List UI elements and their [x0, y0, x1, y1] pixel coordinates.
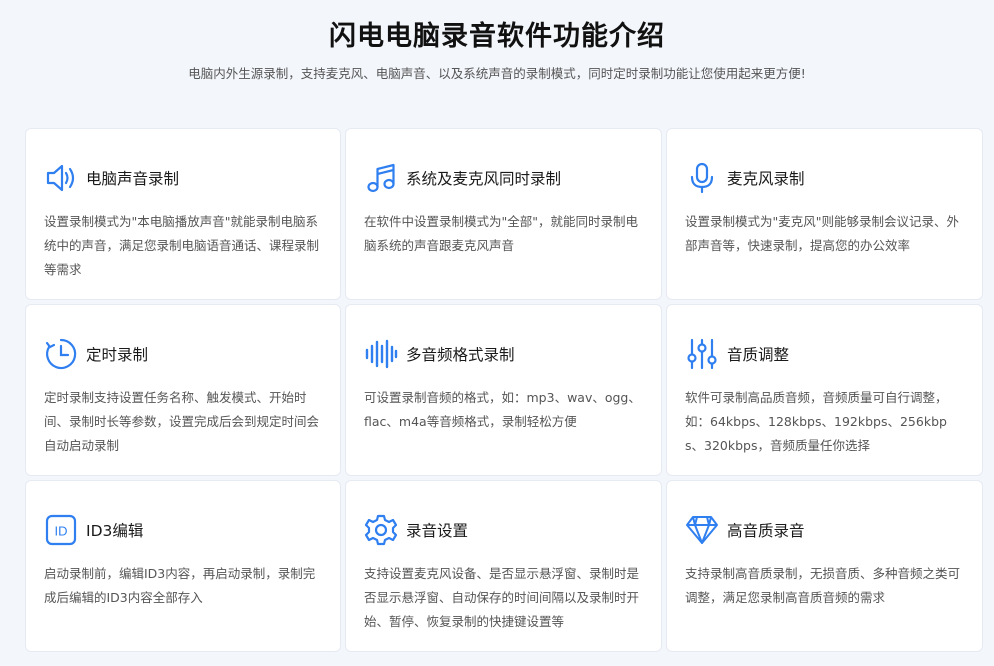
feature-card-multi-format: 多音频格式录制 可设置录制音频的格式，如：mp3、wav、ogg、flac、m4…	[345, 304, 662, 476]
feature-card-high-quality: 高音质录音 支持录制高音质录制，无损音质、多种音频之类可调整，满足您录制高音质音…	[666, 480, 983, 652]
diamond-icon	[685, 512, 719, 548]
id3-icon: ID	[44, 512, 78, 548]
equalizer-icon	[685, 336, 719, 372]
feature-card-id3: ID ID3编辑 启动录制前，编辑ID3内容，再启动录制，录制完成后编辑的ID3…	[25, 480, 341, 652]
feature-title: 系统及麦克风同时录制	[406, 170, 562, 188]
timer-icon	[44, 336, 78, 372]
gear-icon	[364, 512, 398, 548]
feature-desc: 可设置录制音频的格式，如：mp3、wav、ogg、flac、m4a等音频格式，录…	[364, 390, 641, 429]
feature-card-scheduled: 定时录制 定时录制支持设置任务名称、触发模式、开始时间、录制时长等参数，设置完成…	[25, 304, 341, 476]
feature-title: 音质调整	[727, 346, 790, 364]
feature-desc: 支持录制高音质录制，无损音质、多种音频之类可调整，满足您录制高音质音频的需求	[685, 566, 961, 605]
music-note-icon	[364, 160, 398, 196]
feature-card-system-and-mic: 系统及麦克风同时录制 在软件中设置录制模式为"全部"，就能同时录制电脑系统的声音…	[345, 128, 662, 300]
feature-page: 闪电电脑录音软件功能介绍 电脑内外生源录制，支持麦克风、电脑声音、以及系统声音的…	[0, 0, 994, 666]
feature-card-computer-audio: 电脑声音录制 设置录制模式为"本电脑播放声音"就能录制电脑系统中的声音，满足您录…	[25, 128, 341, 300]
feature-title: ID3编辑	[86, 522, 144, 540]
feature-desc: 定时录制支持设置任务名称、触发模式、开始时间、录制时长等参数，设置完成后会到规定…	[44, 390, 320, 453]
feature-card-settings: 录音设置 支持设置麦克风设备、是否显示悬浮窗、录制时是否显示悬浮窗、自动保存的时…	[345, 480, 662, 652]
feature-title: 电脑声音录制	[86, 170, 180, 188]
feature-desc: 软件可录制高品质音频，音频质量可自行调整，如：64kbps、128kbps、19…	[685, 390, 948, 453]
waveform-icon	[364, 336, 398, 372]
feature-desc: 在软件中设置录制模式为"全部"，就能同时录制电脑系统的声音跟麦克风声音	[364, 214, 638, 253]
page-title: 闪电电脑录音软件功能介绍	[329, 21, 665, 52]
feature-title: 高音质录音	[727, 522, 805, 540]
microphone-icon	[685, 160, 719, 196]
feature-title: 定时录制	[86, 346, 149, 364]
page-subtitle: 电脑内外生源录制，支持麦克风、电脑声音、以及系统声音的录制模式，同时定时录制功能…	[188, 66, 806, 81]
feature-desc: 设置录制模式为"本电脑播放声音"就能录制电脑系统中的声音，满足您录制电脑语音通话…	[44, 214, 320, 277]
feature-grid: 电脑声音录制 设置录制模式为"本电脑播放声音"就能录制电脑系统中的声音，满足您录…	[25, 128, 983, 652]
feature-desc: 启动录制前，编辑ID3内容，再启动录制，录制完成后编辑的ID3内容全部存入	[44, 566, 316, 605]
feature-title: 录音设置	[406, 522, 469, 540]
id3-icon-text: ID	[55, 524, 68, 539]
feature-title: 麦克风录制	[727, 170, 805, 188]
feature-desc: 支持设置麦克风设备、是否显示悬浮窗、录制时是否显示悬浮窗、自动保存的时间间隔以及…	[364, 566, 640, 629]
feature-desc: 设置录制模式为"麦克风"则能够录制会议记录、外部声音等，快速录制，提高您的办公效…	[685, 214, 959, 253]
feature-card-quality: 音质调整 软件可录制高品质音频，音频质量可自行调整，如：64kbps、128kb…	[666, 304, 983, 476]
speaker-icon	[44, 160, 78, 196]
feature-card-microphone: 麦克风录制 设置录制模式为"麦克风"则能够录制会议记录、外部声音等，快速录制，提…	[666, 128, 983, 300]
feature-title: 多音频格式录制	[406, 346, 515, 364]
